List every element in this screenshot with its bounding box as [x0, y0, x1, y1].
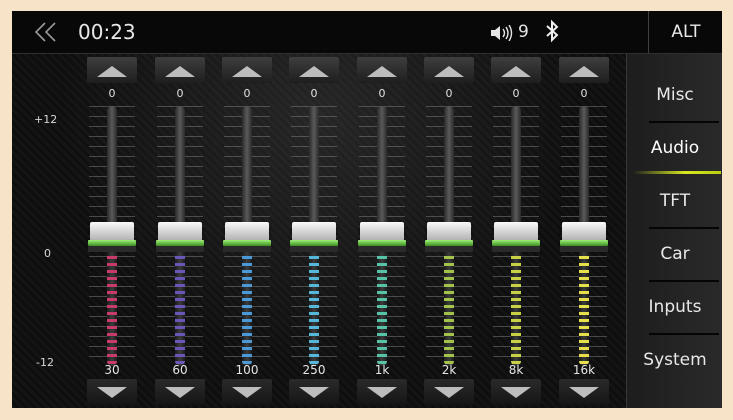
arrow-up-icon	[97, 66, 127, 77]
arrow-up-icon	[299, 66, 329, 77]
eq-band-knob-base	[290, 246, 338, 252]
menu-item-tft[interactable]: TFT	[627, 175, 722, 227]
eq-band-up-button[interactable]	[491, 57, 541, 83]
eq-band-color-bar	[579, 249, 589, 366]
eq-band-frequency: 250	[302, 363, 326, 377]
alt-button[interactable]: ALT	[648, 11, 722, 53]
head-unit-screen: 00:23 9 ALT +12 0 -12 0 30 0 60 0 100 0 …	[12, 11, 722, 408]
arrow-up-icon	[434, 66, 464, 77]
volume-level: 9	[518, 22, 529, 42]
active-indicator	[633, 171, 721, 174]
eq-band-up-button[interactable]	[289, 57, 339, 83]
equalizer-panel: +12 0 -12 0 30 0 60 0 100 0 250 0 1k 0 2…	[12, 54, 626, 408]
eq-band-up-button[interactable]	[222, 57, 272, 83]
eq-band-frequency: 16k	[572, 363, 596, 377]
eq-band-color-bar	[107, 249, 117, 366]
eq-band-knob-base	[88, 246, 136, 252]
menu-item-label: Inputs	[648, 297, 702, 317]
menu-item-car[interactable]: Car	[627, 228, 722, 280]
back-chevron-icon[interactable]	[32, 18, 62, 46]
arrow-down-icon	[97, 387, 127, 398]
eq-band-color-bar	[377, 249, 387, 366]
menu-item-label: Car	[660, 244, 690, 264]
eq-band-frequency: 60	[172, 363, 188, 377]
menu-item-label: System	[643, 350, 707, 370]
eq-band-1k: 0 1k	[354, 54, 410, 408]
arrow-down-icon	[569, 387, 599, 398]
eq-band-value: 0	[512, 87, 520, 100]
eq-band-knob-base	[358, 246, 406, 252]
eq-band-16k: 0 16k	[556, 54, 612, 408]
eq-band-100: 0 100	[219, 54, 275, 408]
arrow-down-icon	[367, 387, 397, 398]
eq-band-frequency: 30	[104, 363, 120, 377]
menu-item-system[interactable]: System	[627, 334, 722, 386]
eq-band-value: 0	[580, 87, 588, 100]
eq-band-color-bar	[175, 249, 185, 366]
eq-band-down-button[interactable]	[222, 379, 272, 405]
eq-band-down-button[interactable]	[491, 379, 541, 405]
eq-band-frequency: 1k	[374, 363, 390, 377]
arrow-down-icon	[501, 387, 531, 398]
eq-band-up-button[interactable]	[357, 57, 407, 83]
eq-band-down-button[interactable]	[289, 379, 339, 405]
settings-menu: Misc Audio TFT Car Inputs System	[626, 54, 722, 408]
scale-min-label: -12	[36, 356, 54, 369]
eq-band-value: 0	[108, 87, 116, 100]
volume-icon	[491, 25, 513, 41]
eq-band-knob-base	[425, 246, 473, 252]
eq-band-color-bar	[511, 249, 521, 366]
scale-max-label: +12	[34, 113, 58, 126]
arrow-down-icon	[434, 387, 464, 398]
eq-band-value: 0	[176, 87, 184, 100]
eq-band-up-button[interactable]	[559, 57, 609, 83]
menu-item-audio[interactable]: Audio	[627, 122, 722, 174]
arrow-up-icon	[165, 66, 195, 77]
eq-band-down-button[interactable]	[155, 379, 205, 405]
menu-item-inputs[interactable]: Inputs	[627, 281, 722, 333]
arrow-down-icon	[232, 387, 262, 398]
arrow-up-icon	[232, 66, 262, 77]
eq-band-value: 0	[445, 87, 453, 100]
eq-band-down-button[interactable]	[559, 379, 609, 405]
status-bar: 00:23 9 ALT	[12, 11, 722, 54]
menu-item-label: TFT	[659, 191, 691, 211]
menu-item-misc[interactable]: Misc	[627, 69, 722, 121]
menu-item-label: Misc	[656, 85, 694, 105]
eq-band-color-bar	[242, 249, 252, 366]
menu-item-label: Audio	[650, 138, 700, 158]
arrow-up-icon	[367, 66, 397, 77]
eq-band-knob-base	[492, 246, 540, 252]
eq-band-knob-base	[560, 246, 608, 252]
eq-band-value: 0	[310, 87, 318, 100]
eq-band-up-button[interactable]	[87, 57, 137, 83]
eq-band-up-button[interactable]	[424, 57, 474, 83]
eq-band-frequency: 8k	[508, 363, 524, 377]
eq-band-2k: 0 2k	[421, 54, 477, 408]
arrow-up-icon	[501, 66, 531, 77]
arrow-down-icon	[165, 387, 195, 398]
eq-band-30: 0 30	[84, 54, 140, 408]
eq-band-color-bar	[309, 249, 319, 366]
eq-band-value: 0	[378, 87, 386, 100]
clock: 00:23	[78, 20, 136, 44]
eq-band-up-button[interactable]	[155, 57, 205, 83]
eq-band-down-button[interactable]	[424, 379, 474, 405]
eq-band-value: 0	[243, 87, 251, 100]
bluetooth-icon	[546, 19, 559, 43]
arrow-up-icon	[569, 66, 599, 77]
eq-band-60: 0 60	[152, 54, 208, 408]
eq-band-250: 0 250	[286, 54, 342, 408]
eq-band-down-button[interactable]	[87, 379, 137, 405]
eq-band-frequency: 2k	[441, 363, 457, 377]
eq-band-8k: 0 8k	[488, 54, 544, 408]
eq-band-down-button[interactable]	[357, 379, 407, 405]
eq-band-color-bar	[444, 249, 454, 366]
scale-zero-label: 0	[44, 247, 51, 260]
eq-band-knob-base	[223, 246, 271, 252]
arrow-down-icon	[299, 387, 329, 398]
eq-band-knob-base	[156, 246, 204, 252]
eq-band-frequency: 100	[235, 363, 259, 377]
